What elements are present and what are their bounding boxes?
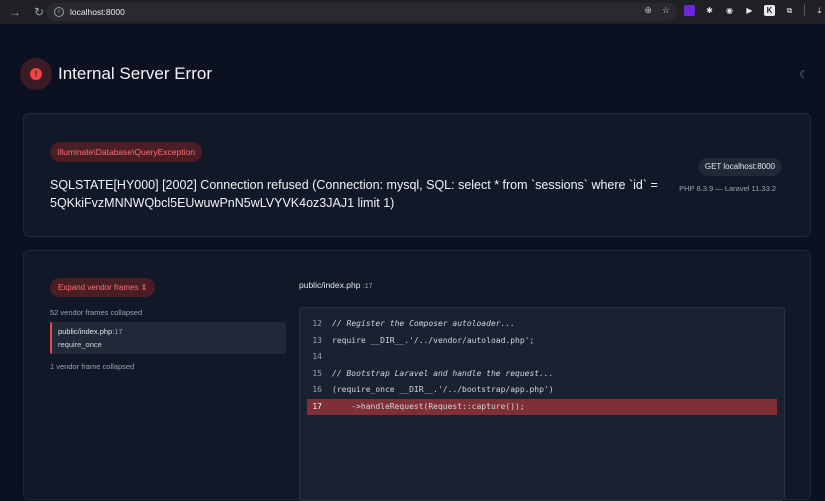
line-number: 12 [312,319,322,328]
address-bar[interactable]: i localhost:8000 ⊕ ☆ [46,3,676,21]
line-number: 13 [312,335,322,345]
line-number: 16 [312,385,322,394]
line-number: 15 [312,368,322,378]
dark-mode-toggle-icon[interactable]: ☾ [799,68,809,81]
request-badge: GET localhost:8000 [697,158,782,176]
page-header: ! Internal Server Error [20,58,212,90]
code-line: 16 (require_once __DIR__.'/../bootstrap/a… [300,382,784,399]
code-file-path: public/index.php :17 [299,280,373,290]
page-title: Internal Server Error [58,64,212,83]
code-line-highlighted: 17 ->handleRequest(Request::capture()); [307,398,777,415]
exception-class-badge: Illuminate\Database\QueryException [50,142,202,162]
line-text: (require_once __DIR__.'/../bootstrap/app… [332,385,554,394]
extension-k-icon[interactable]: K [764,4,775,16]
code-line-ref: :17 [362,283,373,290]
line-number: 17 [312,401,322,411]
line-text: // Bootstrap Laravel and handle the requ… [332,368,554,378]
bookmark-star-icon[interactable]: ☆ [662,5,670,16]
extension-gear-icon[interactable]: ✱ [704,5,715,16]
frame-call: require_once [58,340,102,349]
zoom-icon[interactable]: ⊕ [644,5,652,16]
code-line: 14 [300,349,784,366]
code-line: 15 // Bootstrap Laravel and handle the re… [300,366,784,383]
frame-line: :17 [112,327,123,336]
version-info: PHP 8.3.9 — Laravel 11.33.2 [679,184,776,193]
expand-vendor-frames-button[interactable]: Expand vendor frames ⇕ [50,278,156,297]
code-line: 13 require __DIR__.'/../vendor/autoload.p… [300,333,784,350]
line-text: // Register the Composer autoloader... [332,319,516,328]
forward-icon[interactable]: → [8,5,22,19]
reload-icon[interactable]: ↻ [32,5,46,19]
stack-trace-card: Expand vendor frames ⇕ 52 vendor frames … [23,250,811,501]
line-text: ->handleRequest(Request::capture()); [332,401,525,411]
browser-toolbar: → ↻ i localhost:8000 ⊕ ☆ ✱ ◉ ▶ K ⧉ ⤓ [0,0,825,24]
code-line: 12 // Register the Composer autoloader... [300,316,784,333]
extension-circle-icon[interactable]: ◉ [724,5,735,16]
toolbar-divider [804,4,805,16]
error-page: ! Internal Server Error ☾ Illuminate\Dat… [0,24,825,501]
download-icon[interactable]: ⤓ [814,5,825,16]
extension-play-icon[interactable]: ▶ [744,5,755,16]
url-text: localhost:8000 [70,7,125,17]
exception-message: SQLSTATE[HY000] [2002] Connection refuse… [50,178,658,210]
code-snippet: 12 // Register the Composer autoloader...… [299,307,785,501]
site-info-icon[interactable]: i [54,7,64,17]
vendor-frames-collapsed-top[interactable]: 52 vendor frames collapsed [50,308,142,317]
exception-card: Illuminate\Database\QueryException SQLST… [23,113,811,237]
extension-purple-icon[interactable] [684,4,695,16]
code-file: public/index.php [299,280,361,290]
alert-icon: ! [30,68,42,80]
line-text: require __DIR__.'/../vendor/autoload.php… [332,335,535,345]
line-number: 14 [312,352,322,361]
frame-file: public/index.php [58,327,113,336]
vendor-frames-collapsed-bottom[interactable]: 1 vendor frame collapsed [50,362,134,371]
expand-vendor-frames-label: Expand vendor frames [58,283,139,292]
error-badge: ! [20,58,52,90]
stack-frame[interactable]: public/index.php:17 require_once [50,322,286,354]
extensions-puzzle-icon[interactable]: ⧉ [784,5,795,16]
chevron-up-down-icon: ⇕ [140,283,148,292]
